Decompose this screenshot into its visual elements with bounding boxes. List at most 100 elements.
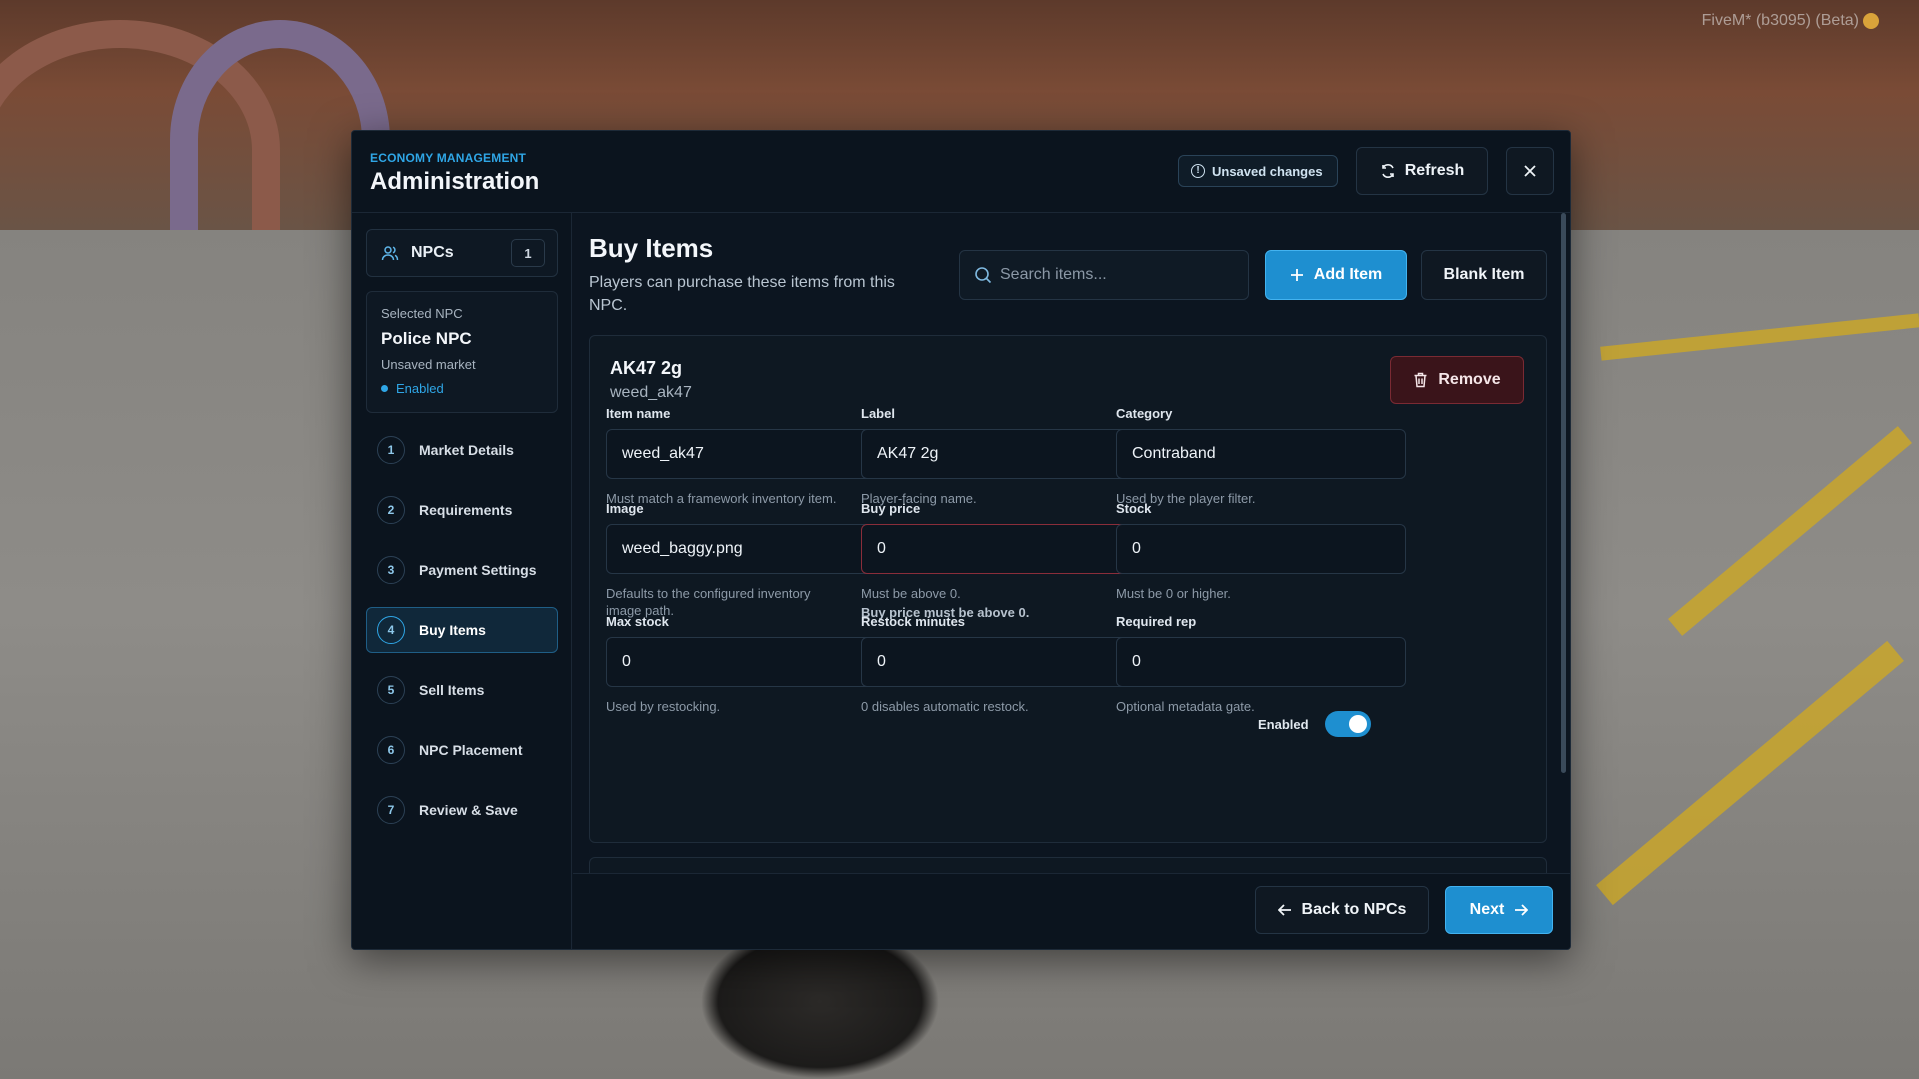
back-label: Back to NPCs [1301, 901, 1407, 918]
step-label: NPC Placement [419, 742, 523, 758]
refresh-button[interactable]: Refresh [1356, 147, 1488, 195]
search-box[interactable] [959, 250, 1249, 300]
step-requirements[interactable]: 2 Requirements [366, 487, 558, 533]
field-item-name: Item name weed_ak47 Must match a framewo… [606, 406, 896, 507]
step-label: Sell Items [419, 682, 485, 698]
field-label: Category [1116, 406, 1173, 421]
remove-label: Remove [1438, 371, 1501, 388]
sidebar: NPCs 1 Selected NPC Police NPC Unsaved m… [352, 213, 572, 949]
enabled-label: Enabled [1258, 716, 1309, 732]
selected-npc-status: Enabled [381, 381, 543, 396]
category-input[interactable]: Contraband [1116, 429, 1406, 479]
step-number: 3 [377, 556, 405, 584]
close-icon [1523, 164, 1537, 178]
unsaved-changes-badge: ! Unsaved changes [1178, 155, 1338, 187]
item-card-title: AK47 2g [610, 358, 683, 378]
panel-footer: Back to NPCs Next [573, 873, 1570, 949]
field-label: Stock [1116, 501, 1152, 516]
npcs-label: NPCs [411, 244, 454, 261]
main-content: Buy Items Players can purchase these ite… [573, 213, 1570, 949]
field-label: Required rep [1116, 614, 1197, 629]
plus-icon [1290, 268, 1304, 282]
step-number: 1 [377, 436, 405, 464]
step-market-details[interactable]: 1 Market Details [366, 427, 558, 473]
buy-item-card: AK47 2g weed_ak47 Remove Item name weed_… [589, 335, 1547, 843]
selected-npc-status-label: Enabled [396, 381, 444, 396]
scrollbar[interactable] [1561, 213, 1566, 773]
selected-npc-name: Police NPC [381, 329, 472, 348]
refresh-label: Refresh [1404, 162, 1465, 179]
required-rep-input[interactable]: 0 [1116, 637, 1406, 687]
step-number: 5 [377, 676, 405, 704]
step-sell-items[interactable]: 5 Sell Items [366, 667, 558, 713]
field-help: Used by restocking. [606, 699, 721, 714]
section-description: Players can purchase these items from th… [589, 274, 895, 314]
wizard-steps: 1 Market Details 2 Requirements 3 Paymen… [366, 427, 558, 847]
search-icon [974, 266, 992, 284]
npcs-count-badge: 1 [511, 239, 545, 267]
step-label: Requirements [419, 502, 513, 518]
status-dot-icon [381, 385, 388, 392]
field-label: Max stock [606, 614, 669, 629]
field-stock: Stock 0 Must be 0 or higher. [1116, 501, 1406, 602]
field-label-name: Label AK47 2g Player-facing name. [861, 406, 1151, 507]
field-restock-minutes: Restock minutes 0 0 disables automatic r… [861, 614, 1151, 715]
enabled-toggle-row: Enabled [1258, 711, 1371, 737]
image-input[interactable]: weed_baggy.png [606, 524, 896, 574]
next-button[interactable]: Next [1445, 886, 1553, 934]
back-to-npcs-button[interactable]: Back to NPCs [1255, 886, 1429, 934]
add-item-button[interactable]: Add Item [1265, 250, 1407, 300]
step-number: 4 [377, 616, 405, 644]
step-review-save[interactable]: 7 Review & Save [366, 787, 558, 833]
section-title: Buy Items [589, 233, 714, 263]
field-buy-price: Buy price 0 Must be above 0. Buy price m… [861, 501, 1151, 620]
users-icon [381, 244, 399, 262]
step-label: Market Details [419, 442, 514, 458]
unsaved-changes-label: Unsaved changes [1212, 163, 1323, 179]
fivem-watermark: FiveM* (b3095) (Beta) [1702, 12, 1879, 30]
next-label: Next [1469, 901, 1505, 918]
scrollbar-thumb[interactable] [1561, 213, 1566, 773]
step-number: 7 [377, 796, 405, 824]
field-max-stock: Max stock 0 Used by restocking. [606, 614, 896, 715]
label-input[interactable]: AK47 2g [861, 429, 1151, 479]
field-label: Buy price [861, 501, 921, 516]
field-label: Image [606, 501, 644, 516]
item-name-input[interactable]: weed_ak47 [606, 429, 896, 479]
field-category: Category Contraband Used by the player f… [1116, 406, 1406, 507]
restock-minutes-input[interactable]: 0 [861, 637, 1151, 687]
remove-item-button[interactable]: Remove [1390, 356, 1524, 404]
blank-item-button[interactable]: Blank Item [1421, 250, 1547, 300]
npcs-button[interactable]: NPCs 1 [366, 229, 558, 277]
info-icon: ! [1191, 164, 1205, 178]
item-card-subtitle: weed_ak47 [610, 384, 692, 401]
step-buy-items[interactable]: 4 Buy Items [366, 607, 558, 653]
panel-header: ECONOMY MANAGEMENT Administration ! Unsa… [352, 131, 1570, 213]
selected-npc-card: Selected NPC Police NPC Unsaved market E… [366, 291, 558, 413]
step-label: Payment Settings [419, 562, 537, 578]
step-number: 2 [377, 496, 405, 524]
field-image: Image weed_baggy.png Defaults to the con… [606, 501, 896, 619]
fivem-logo-icon [1863, 12, 1879, 29]
admin-panel: ECONOMY MANAGEMENT Administration ! Unsa… [351, 130, 1571, 950]
field-label: Label [861, 406, 895, 421]
selected-npc-market: Unsaved market [381, 357, 476, 372]
step-payment-settings[interactable]: 3 Payment Settings [366, 547, 558, 593]
step-label: Buy Items [419, 622, 486, 638]
enabled-toggle[interactable] [1324, 711, 1371, 737]
buy-price-input[interactable]: 0 [861, 524, 1151, 574]
field-label: Item name [606, 406, 671, 421]
page-title: Administration [370, 168, 540, 195]
step-number: 6 [377, 736, 405, 764]
field-help: 0 disables automatic restock. [861, 699, 1029, 714]
toggle-knob [1348, 715, 1367, 733]
arrow-right-icon [1514, 903, 1529, 917]
field-required-rep: Required rep 0 Optional metadata gate. [1116, 614, 1406, 715]
background-player-character [700, 950, 940, 1079]
step-npc-placement[interactable]: 6 NPC Placement [366, 727, 558, 773]
stock-input[interactable]: 0 [1116, 524, 1406, 574]
close-button[interactable] [1506, 147, 1554, 195]
max-stock-input[interactable]: 0 [606, 637, 896, 687]
field-label: Restock minutes [861, 614, 966, 629]
search-input[interactable] [1000, 266, 1240, 284]
